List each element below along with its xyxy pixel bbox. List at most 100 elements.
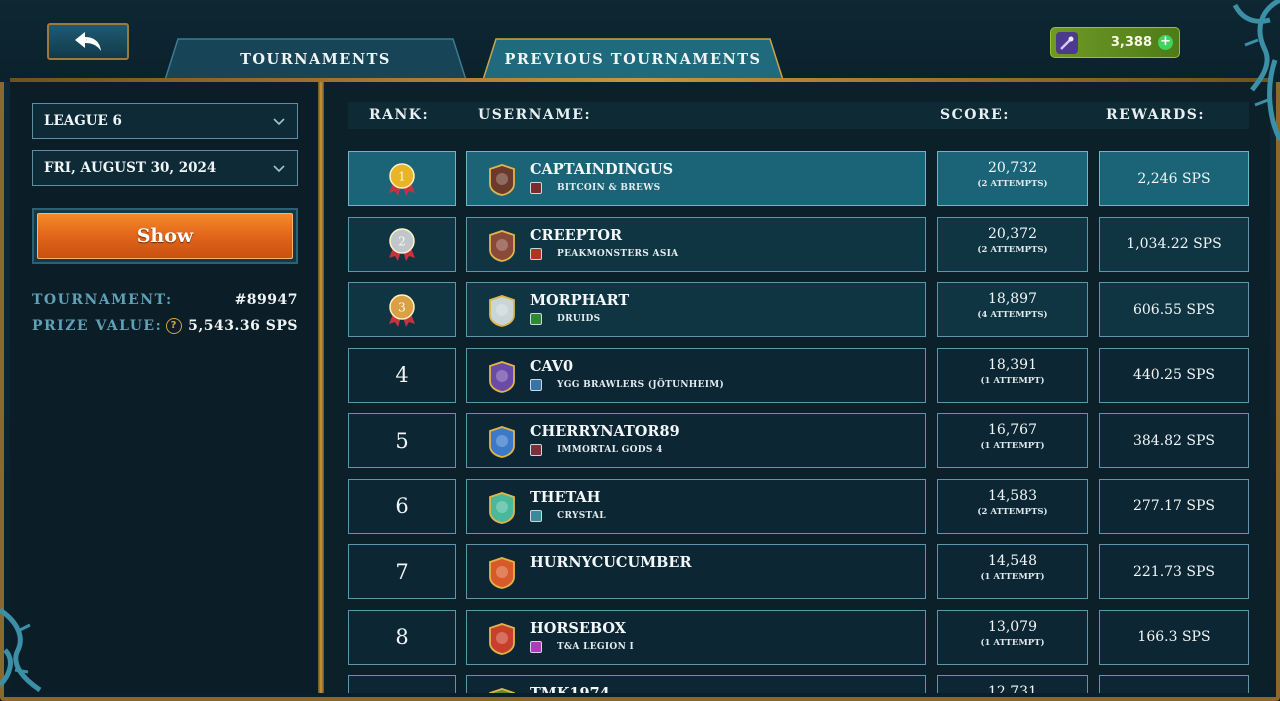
username[interactable]: CAPTAINDINGUS (530, 161, 673, 178)
username[interactable]: CREEPTOR (530, 227, 622, 244)
score-attempts: (1 ATTEMPT) (980, 441, 1045, 451)
score-cell: 14,548 (1 ATTEMPT) (937, 544, 1088, 599)
user-cell[interactable]: THETAH CRYSTAL (466, 478, 926, 534)
score-cell: 16,767 (1 ATTEMPT) (937, 413, 1088, 468)
reward-cell: 166.3 SPS (1099, 609, 1249, 665)
guild-icon (530, 182, 542, 194)
gold-medal-icon: 1 (389, 162, 415, 196)
guild-name: DRUIDS (557, 314, 601, 324)
rank-cell: 3 (348, 282, 456, 337)
help-icon[interactable]: ? (166, 318, 183, 334)
guild: T&A LEGION I (530, 640, 635, 653)
score-attempts: (4 ATTEMPTS) (977, 310, 1048, 320)
user-cell[interactable]: CREEPTOR PEAKMONSTERS ASIA (466, 216, 926, 272)
score-value: 14,548 (988, 553, 1037, 569)
rank-number: 4 (395, 363, 409, 387)
reward-cell (1099, 675, 1249, 693)
guild-name: T&A LEGION I (557, 641, 635, 652)
tournament-label: TOURNAMENT: (32, 292, 173, 308)
avatar-icon (489, 491, 515, 524)
date-select[interactable]: FRI, AUGUST 30, 2024 (32, 150, 298, 186)
table-header: RANK: USERNAME: SCORE: REWARDS: (348, 102, 1249, 129)
top-bar: TOURNAMENTS PREVIOUS TOURNAMENTS 3,388 + (0, 0, 1280, 82)
score-value: 18,391 (988, 356, 1037, 373)
username[interactable]: CHERRYNATOR89 (530, 423, 680, 440)
rank-cell: 7 (348, 544, 456, 599)
score-cell: 14,583 (2 ATTEMPTS) (937, 478, 1088, 534)
medal-rank-number: 1 (398, 169, 406, 183)
guild: CRYSTAL (530, 509, 606, 522)
table-row[interactable]: 4 CAV0 YGG BRAWLERS (JÖTUNHEIM) 18,391 (… (348, 347, 1249, 403)
table-row[interactable]: TMK1974 12,731 (348, 675, 1249, 693)
league-select[interactable]: LEAGUE 6 (32, 103, 298, 139)
user-cell[interactable]: HORSEBOX T&A LEGION I (466, 609, 926, 665)
user-cell[interactable]: CHERRYNATOR89 IMMORTAL GODS 4 (466, 413, 926, 468)
show-button[interactable]: Show (32, 208, 298, 264)
username[interactable]: HURNYCUCUMBER (530, 554, 692, 571)
back-button[interactable] (47, 23, 129, 60)
score-value: 12,731 (988, 684, 1037, 693)
score-attempts: (1 ATTEMPT) (980, 572, 1045, 582)
table-row[interactable]: 3 MORPHART DRUIDS 18,897 (4 ATTEMPTS) 60… (348, 282, 1249, 337)
bronze-medal-icon: 3 (389, 293, 415, 327)
username[interactable]: MORPHART (530, 292, 629, 309)
guild: BITCOIN & BREWS (530, 182, 660, 194)
balance-badge[interactable]: 3,388 + (1050, 27, 1180, 58)
guild: DRUIDS (530, 313, 600, 325)
guild-icon (530, 509, 542, 522)
chevron-down-icon (273, 118, 285, 126)
avatar-icon (489, 295, 515, 327)
score-cell: 20,732 (2 ATTEMPTS) (937, 151, 1088, 206)
rank-number: 7 (395, 559, 409, 584)
score-cell: 13,079 (1 ATTEMPT) (937, 609, 1088, 665)
username[interactable]: HORSEBOX (530, 620, 626, 637)
score-value: 16,767 (988, 422, 1037, 438)
rank-number: 5 (395, 428, 409, 453)
tab-tournaments[interactable]: TOURNAMENTS (164, 38, 467, 80)
header-score: SCORE: (940, 107, 1010, 123)
username[interactable]: CAV0 (530, 358, 573, 375)
prize-label-wrap: PRIZE VALUE:? (32, 318, 183, 334)
tab-tournaments-label: TOURNAMENTS (240, 50, 391, 68)
table-row[interactable]: 7 HURNYCUCUMBER 14,548 (1 ATTEMPT) 221.7… (348, 544, 1249, 599)
username[interactable]: THETAH (530, 489, 601, 506)
score-cell: 18,391 (1 ATTEMPT) (937, 347, 1088, 403)
reward-value: 440.25 SPS (1132, 367, 1216, 383)
guild-name: PEAKMONSTERS ASIA (557, 248, 679, 259)
balance-value: 3,388 (1110, 35, 1152, 50)
score-attempts: (1 ATTEMPT) (980, 637, 1045, 648)
date-select-value: FRI, AUGUST 30, 2024 (44, 160, 217, 176)
show-button-label: Show (37, 213, 293, 259)
guild-name: BITCOIN & BREWS (557, 183, 661, 193)
reward-value: 384.82 SPS (1132, 432, 1216, 449)
chevron-down-icon (273, 165, 285, 173)
table-row[interactable]: 8 HORSEBOX T&A LEGION I 13,079 (1 ATTEMP… (348, 609, 1249, 665)
guild: YGG BRAWLERS (JÖTUNHEIM) (530, 378, 725, 391)
user-cell[interactable]: HURNYCUCUMBER (466, 544, 926, 599)
rank-cell: 5 (348, 413, 456, 468)
score-cell: 20,372 (2 ATTEMPTS) (937, 216, 1088, 272)
add-credits-icon[interactable]: + (1158, 35, 1173, 50)
username[interactable]: TMK1974 (530, 685, 610, 693)
vine-decoration (0, 607, 42, 693)
table-row[interactable]: 6 THETAH CRYSTAL 14,583 (2 ATTEMPTS) 277… (348, 478, 1249, 534)
table-row[interactable]: 1 CAPTAINDINGUS BITCOIN & BREWS 20,732 (… (348, 151, 1249, 206)
guild-name: YGG BRAWLERS (JÖTUNHEIM) (557, 379, 725, 390)
score-value: 20,372 (988, 225, 1037, 242)
score-attempts: (1 ATTEMPT) (980, 375, 1045, 386)
avatar-icon (489, 360, 515, 393)
reward-value: 2,246 SPS (1137, 170, 1211, 187)
table-row[interactable]: 5 CHERRYNATOR89 IMMORTAL GODS 4 16,767 (… (348, 413, 1249, 468)
rank-cell (348, 675, 456, 693)
user-cell[interactable]: MORPHART DRUIDS (466, 282, 926, 337)
tab-previous-tournaments[interactable]: PREVIOUS TOURNAMENTS (482, 38, 784, 80)
table-row[interactable]: 2 CREEPTOR PEAKMONSTERS ASIA 20,372 (2 A… (348, 216, 1249, 272)
magic-wand-icon (1056, 31, 1078, 54)
header-rank: RANK: (369, 107, 430, 123)
tab-previous-tournaments-label: PREVIOUS TOURNAMENTS (504, 50, 762, 68)
user-cell[interactable]: TMK1974 (466, 675, 926, 693)
user-cell[interactable]: CAPTAINDINGUS BITCOIN & BREWS (466, 151, 926, 206)
header-rewards: REWARDS: (1106, 107, 1206, 123)
user-cell[interactable]: CAV0 YGG BRAWLERS (JÖTUNHEIM) (466, 347, 926, 403)
silver-medal-icon: 2 (389, 228, 415, 261)
